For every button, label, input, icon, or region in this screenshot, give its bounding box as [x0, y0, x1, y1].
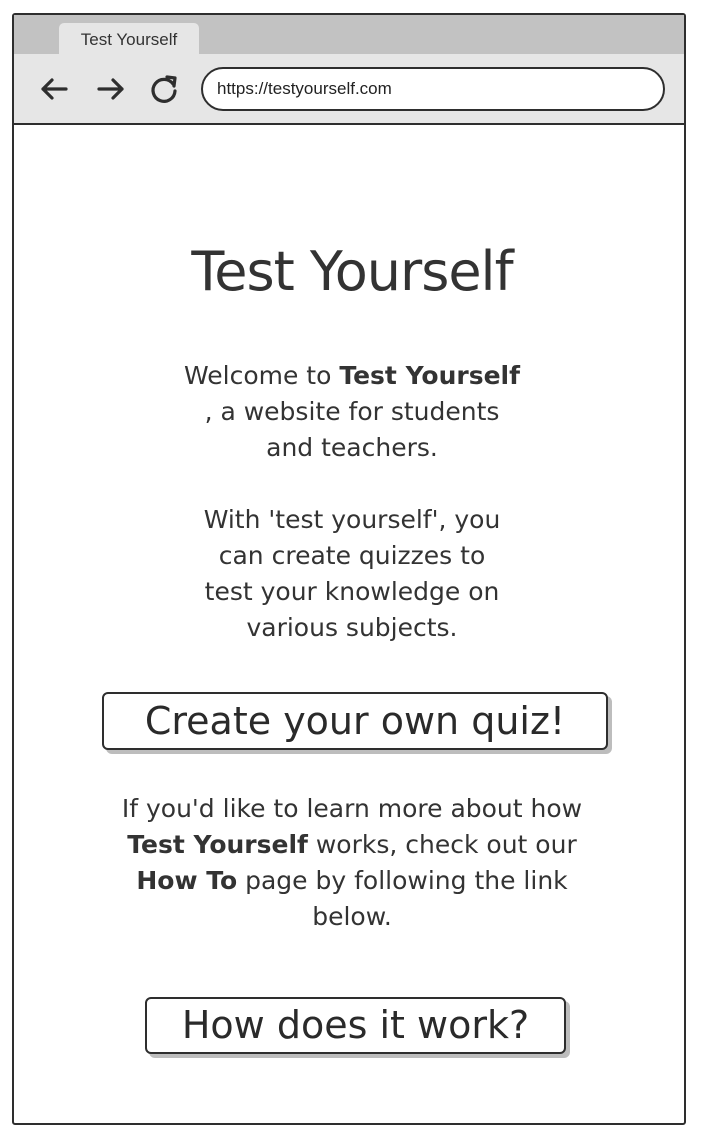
back-arrow-icon — [41, 78, 68, 100]
page-title: Test Yourself — [191, 240, 513, 303]
how-to-link-text: How To — [136, 866, 238, 895]
forward-arrow-icon — [97, 78, 124, 100]
back-button[interactable] — [36, 71, 72, 107]
description-line-2: can create quizzes to — [218, 541, 486, 570]
welcome-line-1: Welcome to Test Yourself — [0, 358, 704, 394]
create-quiz-button[interactable]: Create your own quiz! — [102, 692, 608, 750]
reload-button[interactable] — [146, 71, 182, 107]
welcome-line-2: , a website for students — [204, 397, 500, 426]
learn-more-text: page by following the link — [237, 866, 568, 895]
welcome-line-3: and teachers. — [266, 433, 438, 462]
reload-icon — [151, 75, 177, 103]
learn-more-line-4: below. — [312, 902, 392, 931]
tab-strip: Test Yourself — [14, 15, 684, 54]
welcome-text: Welcome to — [184, 361, 340, 390]
brand-name: Test Yourself — [339, 361, 520, 390]
description-line-3: test your knowledge on — [204, 577, 500, 606]
how-it-works-button[interactable]: How does it work? — [145, 997, 566, 1054]
learn-more-paragraph: If you'd like to learn more about how Te… — [0, 791, 704, 935]
welcome-paragraph: Welcome to Test Yourself , a website for… — [0, 358, 704, 466]
description-line-4: various subjects. — [246, 613, 458, 642]
description-paragraph: With 'test yourself', you can create qui… — [0, 502, 704, 646]
learn-more-line-1: If you'd like to learn more about how — [121, 794, 583, 823]
brand-name: Test Yourself — [127, 830, 308, 859]
description-line-1: With 'test yourself', you — [203, 505, 501, 534]
learn-more-line-2: Test Yourself works, check out our — [0, 827, 704, 863]
browser-chrome: Test Yourself https://testyourself.com — [14, 15, 684, 125]
learn-more-text: works, check out our — [307, 830, 577, 859]
forward-button[interactable] — [93, 71, 129, 107]
browser-tab[interactable]: Test Yourself — [59, 23, 199, 54]
address-bar[interactable]: https://testyourself.com — [201, 67, 665, 111]
learn-more-line-3: How To page by following the link — [0, 863, 704, 899]
